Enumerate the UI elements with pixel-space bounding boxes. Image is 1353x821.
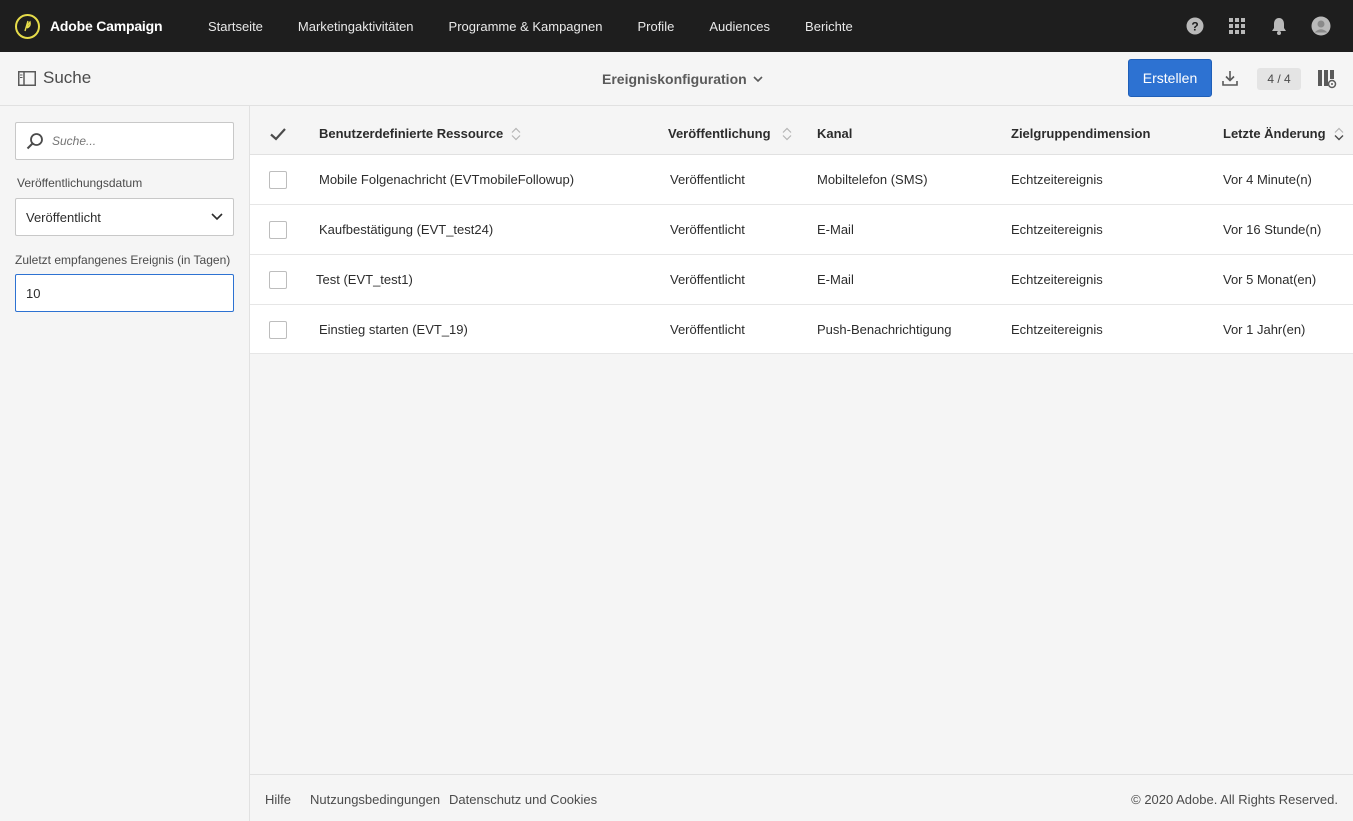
cell-targeting: Echtzeitereignis bbox=[1011, 172, 1103, 187]
adobe-campaign-logo-icon bbox=[15, 13, 40, 39]
chevron-down-icon bbox=[753, 75, 763, 82]
apps-grid-icon[interactable] bbox=[1227, 16, 1247, 36]
panel-toggle-icon[interactable] bbox=[18, 71, 36, 86]
row-checkbox[interactable] bbox=[269, 171, 287, 189]
select-all-checkmark-icon[interactable] bbox=[269, 125, 287, 143]
main-content: Benutzerdefinierte Ressource Veröffentli… bbox=[250, 106, 1353, 774]
column-header-resource[interactable]: Benutzerdefinierte Ressource bbox=[319, 126, 521, 141]
footer-link-terms[interactable]: Nutzungsbedingungen bbox=[310, 792, 440, 807]
cell-publication: Veröffentlicht bbox=[670, 322, 745, 337]
user-avatar-icon[interactable] bbox=[1311, 16, 1331, 36]
brand-name: Adobe Campaign bbox=[50, 18, 163, 34]
table-row[interactable]: Test (EVT_test1) Veröffentlicht E-Mail E… bbox=[250, 255, 1353, 305]
nav-item-berichte[interactable]: Berichte bbox=[805, 19, 853, 34]
cell-channel: Push-Benachrichtigung bbox=[817, 322, 952, 337]
table-row[interactable]: Mobile Folgenachricht (EVTmobileFollowup… bbox=[250, 155, 1353, 205]
column-header-targeting-dimension[interactable]: Zielgruppendimension bbox=[1011, 126, 1150, 141]
cell-targeting: Echtzeitereignis bbox=[1011, 322, 1103, 337]
view-title: Ereigniskonfiguration bbox=[602, 71, 747, 87]
last-event-days-input[interactable] bbox=[15, 274, 234, 312]
top-navigation-bar: Adobe Campaign Startseite Marketingaktiv… bbox=[0, 0, 1353, 52]
column-header-publication[interactable]: Veröffentlichung bbox=[668, 126, 792, 141]
bell-icon[interactable] bbox=[1269, 16, 1289, 36]
item-count-badge: 4 / 4 bbox=[1257, 68, 1301, 90]
column-header-label: Veröffentlichung bbox=[668, 126, 771, 141]
page-footer: Hilfe Nutzungsbedingungen Datenschutz un… bbox=[250, 774, 1353, 821]
publication-date-label: Veröffentlichungsdatum bbox=[17, 176, 143, 190]
publication-status-select[interactable]: Veröffentlicht bbox=[15, 198, 234, 236]
cell-targeting: Echtzeitereignis bbox=[1011, 272, 1103, 287]
cell-resource: Einstieg starten (EVT_19) bbox=[319, 322, 468, 337]
nav-item-audiences[interactable]: Audiences bbox=[709, 19, 770, 34]
sort-icon bbox=[782, 127, 791, 140]
cell-channel: E-Mail bbox=[817, 222, 854, 237]
last-event-days-label: Zuletzt empfangenes Ereignis (in Tagen) bbox=[15, 253, 231, 267]
footer-link-help[interactable]: Hilfe bbox=[265, 792, 291, 807]
search-box[interactable] bbox=[15, 122, 234, 160]
search-icon bbox=[26, 133, 43, 150]
search-panel-title: Suche bbox=[43, 68, 92, 87]
page-header: Suche Ereigniskonfiguration Erstellen 4 … bbox=[0, 52, 1353, 106]
row-checkbox[interactable] bbox=[269, 221, 287, 239]
search-input[interactable] bbox=[52, 134, 222, 148]
nav-item-startseite[interactable]: Startseite bbox=[208, 19, 263, 34]
publication-status-value: Veröffentlicht bbox=[26, 209, 101, 225]
row-checkbox[interactable] bbox=[269, 271, 287, 289]
cell-modified: Vor 5 Monat(en) bbox=[1223, 272, 1317, 287]
cell-modified: Vor 4 Minute(n) bbox=[1223, 172, 1312, 187]
event-table-body: Mobile Folgenachricht (EVTmobileFollowup… bbox=[250, 155, 1353, 354]
cell-channel: Mobiltelefon (SMS) bbox=[817, 172, 928, 187]
column-header-label: Zielgruppendimension bbox=[1011, 126, 1151, 141]
cell-resource: Kaufbestätigung (EVT_test24) bbox=[319, 222, 494, 237]
cell-modified: Vor 16 Stunde(n) bbox=[1223, 222, 1322, 237]
column-settings-icon[interactable] bbox=[1317, 69, 1337, 89]
cell-publication: Veröffentlicht bbox=[670, 172, 745, 187]
nav-item-programme-kampagnen[interactable]: Programme & Kampagnen bbox=[449, 19, 603, 34]
footer-link-privacy[interactable]: Datenschutz und Cookies bbox=[449, 792, 597, 807]
column-header-last-modified[interactable]: Letzte Änderung bbox=[1223, 126, 1344, 141]
cell-publication: Veröffentlicht bbox=[670, 222, 745, 237]
column-header-channel[interactable]: Kanal bbox=[817, 126, 852, 141]
nav-item-marketingaktivitaeten[interactable]: Marketingaktivitäten bbox=[298, 19, 414, 34]
nav-item-profile[interactable]: Profile bbox=[637, 19, 674, 34]
cell-publication: Veröffentlicht bbox=[670, 272, 745, 287]
main-nav: Startseite Marketingaktivitäten Programm… bbox=[208, 19, 888, 34]
cell-channel: E-Mail bbox=[817, 272, 854, 287]
view-title-dropdown[interactable]: Ereigniskonfiguration bbox=[602, 71, 763, 87]
cell-resource: Mobile Folgenachricht (EVTmobileFollowup… bbox=[319, 172, 575, 187]
table-row[interactable]: Kaufbestätigung (EVT_test24) Veröffentli… bbox=[250, 205, 1353, 255]
brand[interactable]: Adobe Campaign bbox=[15, 13, 208, 39]
column-header-label: Kanal bbox=[817, 126, 853, 141]
row-checkbox[interactable] bbox=[269, 321, 287, 339]
filter-panel: Veröffentlichungsdatum Veröffentlicht Zu… bbox=[0, 106, 250, 821]
cell-modified: Vor 1 Jahr(en) bbox=[1223, 322, 1306, 337]
column-header-label: Benutzerdefinierte Ressource bbox=[319, 126, 504, 141]
nav-icons: ? bbox=[1163, 0, 1331, 52]
help-icon[interactable]: ? bbox=[1185, 16, 1205, 36]
table-header: Benutzerdefinierte Ressource Veröffentli… bbox=[250, 114, 1353, 155]
cell-resource: Test (EVT_test1) bbox=[316, 272, 413, 287]
chevron-down-icon bbox=[211, 213, 223, 221]
create-button[interactable]: Erstellen bbox=[1128, 59, 1212, 97]
copyright: © 2020 Adobe. All Rights Reserved. bbox=[1131, 792, 1338, 807]
sort-icon bbox=[1334, 127, 1344, 140]
svg-text:?: ? bbox=[1191, 20, 1198, 34]
column-header-label: Letzte Änderung bbox=[1223, 126, 1326, 141]
download-icon[interactable] bbox=[1221, 69, 1241, 89]
table-row[interactable]: Einstieg starten (EVT_19) Veröffentlicht… bbox=[250, 305, 1353, 354]
cell-targeting: Echtzeitereignis bbox=[1011, 222, 1103, 237]
sort-icon bbox=[511, 127, 521, 140]
